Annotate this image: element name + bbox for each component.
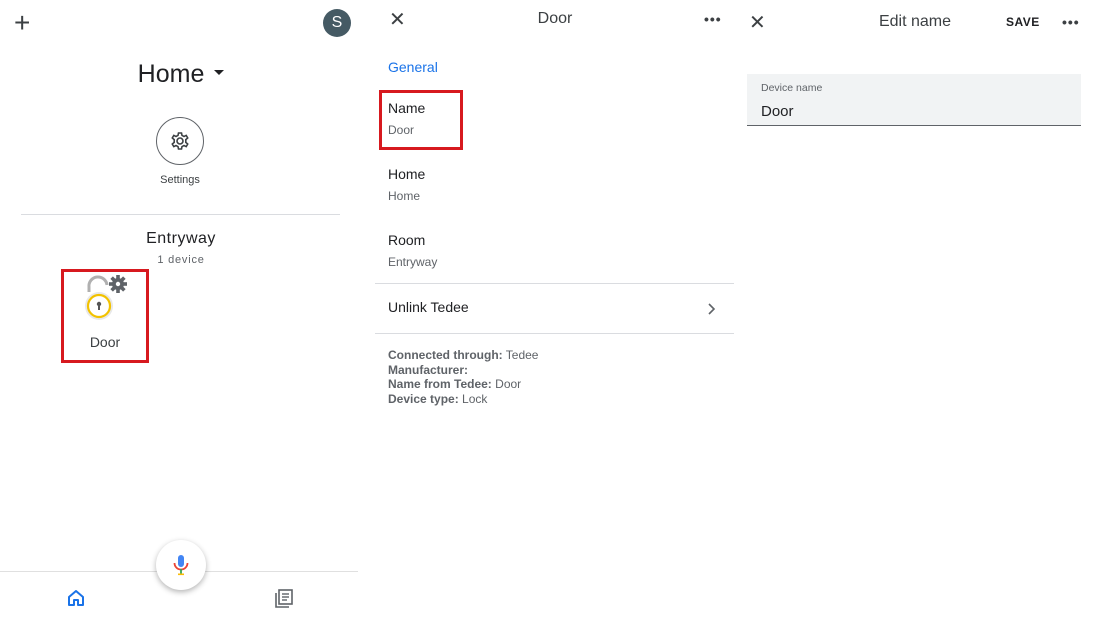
setting-row-home[interactable]: Home Home: [388, 166, 728, 210]
more-options-icon[interactable]: •••: [704, 11, 722, 27]
close-icon[interactable]: ✕: [749, 13, 766, 33]
row-title: Home: [388, 166, 426, 182]
close-icon[interactable]: ✕: [389, 10, 406, 30]
mic-icon: [173, 555, 189, 576]
setting-row-room[interactable]: Room Entryway: [388, 232, 728, 276]
more-options-icon[interactable]: •••: [1062, 14, 1080, 30]
nav-home-tab[interactable]: [66, 588, 86, 608]
caret-down-icon: [214, 69, 225, 75]
info-line: Name from Tedee: Door: [388, 377, 522, 392]
gear-icon: [171, 132, 189, 150]
divider: [375, 333, 734, 334]
home-panel: + S Home Settings Entryway 1 device Door: [0, 0, 362, 623]
chevron-right-icon: [708, 303, 716, 315]
device-name-field[interactable]: Device name: [747, 74, 1081, 126]
home-title: Home: [137, 60, 205, 88]
page-title: Edit name: [878, 13, 952, 30]
room-title: Entryway: [146, 230, 216, 247]
row-value: Home: [388, 189, 421, 203]
avatar[interactable]: S: [323, 9, 351, 37]
settings-label: Settings: [160, 174, 200, 186]
add-button[interactable]: +: [14, 8, 30, 38]
feed-icon: [275, 589, 293, 608]
highlight-box: [379, 90, 463, 150]
settings-button[interactable]: [156, 117, 204, 165]
field-label: Device name: [761, 82, 823, 94]
unlink-label: Unlink Tedee: [388, 299, 469, 315]
device-name-input[interactable]: [761, 103, 1061, 120]
row-title: Room: [388, 232, 426, 248]
highlight-box: [61, 269, 149, 363]
home-selector[interactable]: Home: [0, 60, 362, 89]
device-info: Connected through: Tedee Manufacturer: N…: [388, 348, 538, 407]
room-device-count: 1 device: [157, 254, 205, 266]
page-title: Door: [537, 10, 573, 27]
section-header-general: General: [388, 59, 438, 75]
voice-assistant-button[interactable]: [156, 540, 206, 590]
save-button[interactable]: SAVE: [1006, 15, 1040, 29]
divider: [21, 214, 340, 215]
info-line: Manufacturer:: [388, 362, 469, 377]
info-line: Device type: Lock: [388, 392, 488, 407]
row-value: Entryway: [388, 255, 438, 269]
info-line: Connected through: Tedee: [388, 348, 539, 362]
nav-feed-tab[interactable]: [274, 588, 294, 608]
home-icon: [68, 590, 84, 606]
unlink-row[interactable]: Unlink Tedee: [375, 284, 734, 333]
